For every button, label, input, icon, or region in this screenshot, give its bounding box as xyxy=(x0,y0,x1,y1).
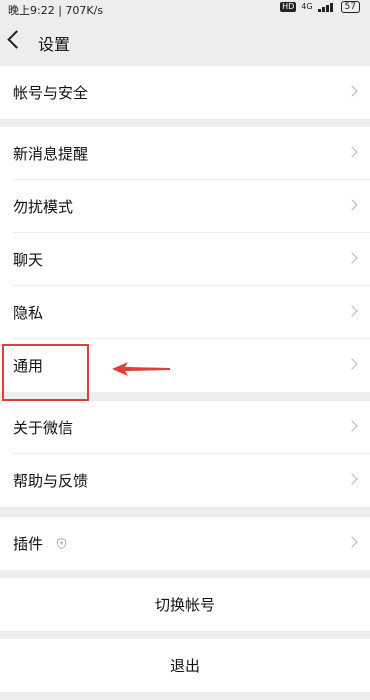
row-plugins[interactable]: 插件 xyxy=(0,517,370,570)
chevron-right-icon xyxy=(346,146,358,158)
chevron-right-icon xyxy=(346,358,358,370)
chevron-right-icon xyxy=(346,305,358,317)
row-do-not-disturb[interactable]: 勿扰模式 xyxy=(0,180,370,233)
chevron-right-icon xyxy=(346,199,358,211)
chevron-right-icon xyxy=(346,85,358,97)
row-privacy[interactable]: 隐私 xyxy=(0,286,370,339)
row-label: 帮助与反馈 xyxy=(13,472,89,490)
row-label: 隐私 xyxy=(13,304,44,322)
group-account: 帐号与安全 xyxy=(0,66,370,119)
row-label: 勿扰模式 xyxy=(13,198,74,216)
group-plugins: 插件 xyxy=(0,517,370,570)
row-help-feedback[interactable]: 帮助与反馈 xyxy=(0,454,370,507)
row-label: 帐号与安全 xyxy=(13,84,89,102)
switch-account-button[interactable]: 切换帐号 xyxy=(0,578,370,631)
status-icons: HD 4G 57 xyxy=(280,1,360,13)
status-time: 晚上9:22 | 707K/s xyxy=(8,4,104,17)
nav-bar: 设置 xyxy=(0,18,370,66)
switch-account-label: 切换帐号 xyxy=(154,596,215,614)
highlight-box xyxy=(2,344,89,401)
logout-button[interactable]: 退出 xyxy=(0,639,370,692)
group-about: 关于微信 帮助与反馈 xyxy=(0,401,370,507)
chevron-right-icon xyxy=(346,536,358,548)
hd-badge: HD xyxy=(280,2,297,12)
page-title: 设置 xyxy=(38,35,71,54)
row-label: 聊天 xyxy=(13,251,44,269)
status-bar: 晚上9:22 | 707K/s HD 4G 57 xyxy=(0,0,370,18)
logout-label: 退出 xyxy=(169,657,200,675)
back-icon[interactable] xyxy=(7,30,26,49)
row-new-message-alerts[interactable]: 新消息提醒 xyxy=(0,127,370,180)
network-label: 4G xyxy=(301,2,313,11)
row-label: 新消息提醒 xyxy=(13,145,89,163)
row-about-wechat[interactable]: 关于微信 xyxy=(0,401,370,454)
signal-icon xyxy=(317,2,336,12)
pointer-arrow-icon xyxy=(112,362,170,376)
row-label: 插件 xyxy=(13,535,44,553)
row-account-security[interactable]: 帐号与安全 xyxy=(0,66,370,119)
row-label: 关于微信 xyxy=(13,419,74,437)
chevron-right-icon xyxy=(346,473,358,485)
chevron-right-icon xyxy=(346,420,358,432)
chevron-right-icon xyxy=(346,252,358,264)
shield-icon xyxy=(57,538,66,549)
battery-icon: 57 xyxy=(340,1,360,13)
row-chat[interactable]: 聊天 xyxy=(0,233,370,286)
